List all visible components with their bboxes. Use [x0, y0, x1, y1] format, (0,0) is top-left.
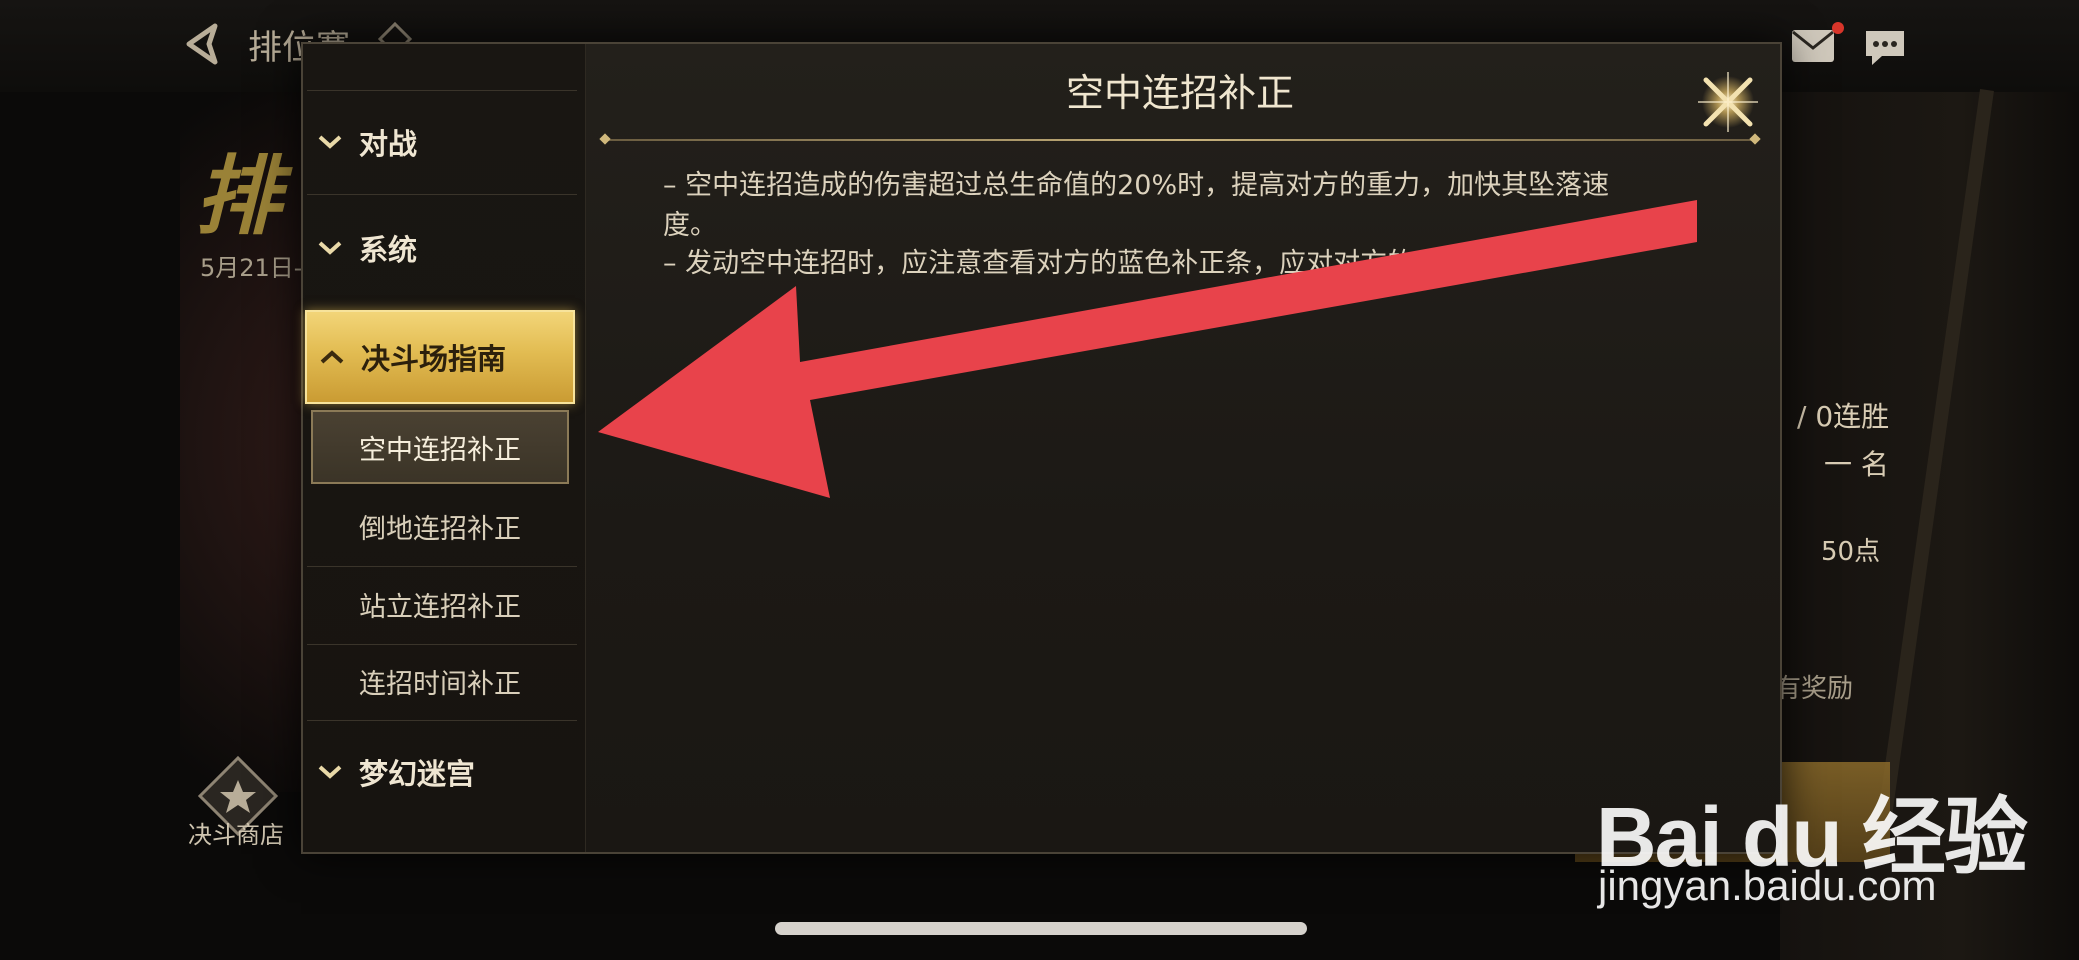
description-line: – 发动空中连招时，应注意查看对方的蓝色补正条，应对对方的 [663, 248, 1415, 279]
divider [307, 194, 577, 195]
guide-item-air-combo[interactable]: 空中连招补正 [311, 410, 569, 484]
guide-item-down-combo[interactable]: 倒地连招补正 [311, 489, 569, 563]
guide-sidebar: 对战 系统 决斗场指南 空中连招补正 倒地连招补正 站立连招补正 连招时间补正 … [303, 44, 586, 852]
guide-item-standing-combo[interactable]: 站立连招补正 [311, 567, 569, 641]
guide-modal: 对战 系统 决斗场指南 空中连招补正 倒地连招补正 站立连招补正 连招时间补正 … [301, 42, 1782, 854]
home-indicator[interactable] [775, 922, 1307, 935]
category-label: 决斗场指南 [361, 342, 507, 376]
duel-shop-label: 决斗商店 [188, 821, 284, 849]
chevron-down-icon [315, 762, 345, 782]
title-divider [605, 139, 1755, 141]
chat-bubble-icon[interactable] [1862, 28, 1908, 68]
baidu-watermark-url: jingyan.baidu.com [1598, 862, 1937, 909]
rank-text: 一 名 [1824, 448, 1889, 481]
notification-dot [1832, 22, 1844, 34]
category-label: 梦幻迷宫 [359, 757, 476, 791]
season-title-art: 排 [195, 147, 285, 247]
divider-ornament [599, 133, 611, 145]
content-title: 空中连招补正 [1065, 71, 1294, 115]
mail-icon[interactable] [1790, 28, 1836, 64]
chevron-down-icon [315, 238, 345, 258]
chevron-down-icon [315, 132, 345, 152]
guide-item-combo-time[interactable]: 连招时间补正 [311, 644, 569, 718]
description-line: – 空中连招造成的伤害超过总生命值的20%时，提高对方的重力，加快其坠落速 [663, 170, 1610, 201]
category-dream-maze[interactable]: 梦幻迷宫 [303, 724, 585, 820]
category-label: 对战 [359, 127, 418, 161]
reward-text: 有奖励 [1775, 674, 1854, 704]
back-button[interactable] [175, 18, 227, 70]
divider [307, 720, 577, 721]
points-text: 50点 [1821, 537, 1881, 567]
category-label: 系统 [359, 233, 418, 267]
guide-content: 空中连招补正 – 空中连招造成的伤害超过总生命值的20%时，提高对方的重力，加快… [585, 44, 1780, 852]
divider [307, 90, 577, 91]
season-date: 5月21日- [200, 254, 303, 282]
chevron-up-icon [317, 347, 347, 367]
category-battle[interactable]: 对战 [303, 94, 585, 190]
back-arrow-icon [186, 23, 218, 65]
description-line: 度。 [663, 210, 717, 241]
win-streak-text: / 0连胜 [1797, 400, 1890, 433]
category-system[interactable]: 系统 [303, 200, 585, 296]
category-arena-guide[interactable]: 决斗场指南 [305, 310, 575, 404]
close-icon[interactable] [1688, 62, 1768, 142]
